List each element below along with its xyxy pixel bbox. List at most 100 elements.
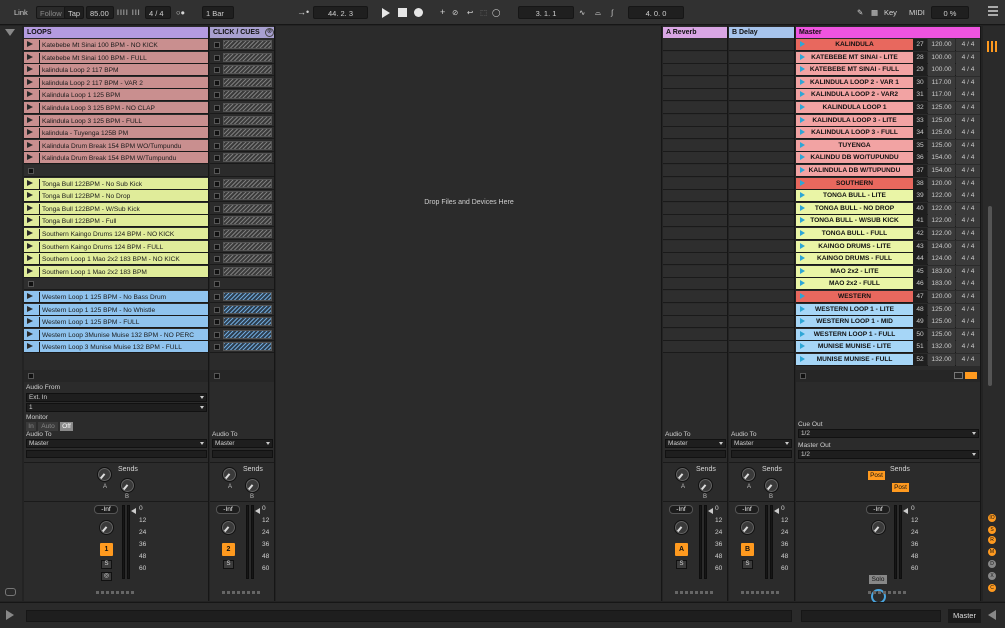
pan-knob[interactable] [99, 520, 114, 535]
clip-slot[interactable] [729, 152, 794, 165]
clip-play-icon[interactable] [27, 192, 33, 199]
clip-slot[interactable]: Tonga Bull 122BPM - No Sub Kick [24, 177, 208, 190]
scene-signature[interactable]: 4 / 4 [956, 39, 980, 51]
track-activator-button[interactable]: B [741, 543, 754, 556]
clip-slot[interactable] [210, 253, 274, 266]
clip-play-icon[interactable] [27, 217, 33, 224]
scene-row[interactable]: WESTERN LOOP 1 - LITE 48 125.00 4 / 4 [796, 303, 980, 316]
clip-slot[interactable] [210, 190, 274, 203]
scene-tempo[interactable]: 117.00 [928, 89, 955, 102]
scene-signature[interactable]: 4 / 4 [956, 76, 980, 89]
scene-play-icon[interactable] [800, 318, 805, 325]
clip-slot[interactable] [210, 266, 274, 278]
clip-play-icon[interactable] [27, 179, 33, 186]
clip-play-icon[interactable] [27, 53, 33, 60]
scene-launch-button[interactable]: KATEBEBE MT SINAI - FULL [796, 64, 913, 76]
stop-all-icon[interactable] [214, 373, 220, 379]
crossfader-toggle-icon[interactable]: X [988, 572, 996, 580]
scene-tempo[interactable]: 124.00 [928, 240, 955, 253]
slot-stop-icon[interactable] [214, 319, 220, 326]
clip-slot[interactable] [729, 240, 794, 253]
empty-clip-slot[interactable] [223, 40, 272, 49]
scene-tempo[interactable]: 125.00 [928, 303, 955, 316]
empty-clip-slot[interactable] [223, 128, 272, 138]
capture-icon[interactable]: ⬚ [480, 6, 487, 19]
clip-slot[interactable] [663, 127, 727, 140]
clip-slot[interactable]: kalindula Loop 2 117 BPM - VAR 2 [24, 76, 208, 89]
pan-knob[interactable] [674, 520, 689, 535]
clip-slot[interactable] [210, 291, 274, 303]
scene-launch-button[interactable]: KAINGO DRUMS - FULL [796, 253, 913, 265]
send-b-knob[interactable] [764, 478, 779, 493]
volume-field[interactable]: -Inf [735, 505, 759, 514]
clip-slot[interactable] [729, 215, 794, 228]
scene-tempo[interactable]: 132.00 [928, 341, 955, 354]
clip[interactable]: Southern Loop 1 Mao 2x2 183 BPM - NO KIC… [39, 254, 207, 265]
empty-clip-slot[interactable] [223, 292, 272, 301]
scene-tempo[interactable]: 183.00 [928, 278, 955, 291]
clip-play-icon[interactable] [27, 330, 33, 337]
slot-stop-icon[interactable] [214, 42, 220, 48]
empty-clip-slot[interactable] [223, 103, 272, 112]
clip-slot[interactable]: Katebebe Mt Sinai 100 BPM - NO KICK [24, 39, 208, 51]
slot-stop-icon[interactable] [28, 281, 34, 288]
track-activator-button[interactable]: 1 [100, 543, 113, 556]
clip-play-icon[interactable] [27, 141, 33, 148]
slot-stop-icon[interactable] [214, 281, 220, 288]
scene-row[interactable]: KALINDULA 27 120.00 4 / 4 [796, 39, 980, 51]
clip-play-icon[interactable] [27, 41, 33, 47]
slot-stop-icon[interactable] [214, 243, 220, 250]
scene-tempo[interactable]: 125.00 [928, 139, 955, 152]
key-map-button[interactable]: Key [884, 6, 897, 19]
scene-signature[interactable]: 4 / 4 [956, 89, 980, 102]
scene-play-icon[interactable] [800, 154, 805, 161]
empty-clip-slot[interactable] [223, 266, 272, 276]
scene-row[interactable]: KALINDULA LOOP 1 32 125.00 4 / 4 [796, 102, 980, 114]
punch-in-icon[interactable]: ∿ [579, 6, 585, 19]
send-a-knob[interactable] [675, 467, 690, 482]
slot-stop-icon[interactable] [214, 105, 220, 111]
clip-slot[interactable]: kalindula Loop 2 117 BPM [24, 64, 208, 77]
scene-launch-button[interactable]: WESTERN [796, 291, 913, 302]
clip-slot[interactable] [210, 64, 274, 77]
slot-stop-icon[interactable] [214, 130, 220, 137]
clip-slot[interactable] [210, 140, 274, 152]
scene-launch-button[interactable]: KALINDULA LOOP 2 - VAR2 [796, 89, 913, 101]
scene-row[interactable]: WESTERN 47 120.00 4 / 4 [796, 291, 980, 303]
audio-to-select[interactable]: Master [665, 439, 726, 448]
clip-slot[interactable]: Western Loop 3 Munise Muise 132 BPM - FU… [24, 341, 208, 354]
clip-slot[interactable] [663, 341, 727, 354]
slot-stop-icon[interactable] [214, 294, 220, 300]
scene-launch-button[interactable]: MAO 2x2 - LITE [796, 265, 913, 277]
clip[interactable]: Southern Kaingo Drums 124 BPM - FULL [39, 241, 207, 252]
scene-signature[interactable]: 4 / 4 [956, 278, 980, 291]
clip-slot[interactable] [210, 152, 274, 165]
scene-signature[interactable]: 4 / 4 [956, 328, 980, 341]
scene-row[interactable]: KALINDULA LOOP 2 - VAR2 31 117.00 4 / 4 [796, 89, 980, 102]
send-b-knob[interactable] [698, 478, 713, 493]
volume-field[interactable]: -Inf [216, 505, 240, 514]
scene-tempo[interactable]: 122.00 [928, 190, 955, 203]
clip-play-icon[interactable] [27, 129, 33, 136]
cue-out-select[interactable]: 1/2 [798, 429, 979, 438]
clip-slot[interactable] [663, 328, 727, 341]
clip-slot[interactable] [729, 228, 794, 240]
scene-play-icon[interactable] [800, 167, 805, 173]
resize-grip[interactable] [675, 591, 715, 594]
clip-play-icon[interactable] [27, 78, 33, 85]
scene-launch-button[interactable]: TONGA BULL - W/SUB KICK [796, 215, 913, 227]
empty-clip-slot[interactable] [223, 229, 272, 238]
clip-slot[interactable] [663, 253, 727, 266]
clip[interactable]: Southern Loop 1 Mao 2x2 183 BPM [39, 266, 207, 277]
clip-slot[interactable] [210, 165, 274, 177]
slot-stop-icon[interactable] [214, 344, 220, 351]
clip-slot[interactable] [729, 190, 794, 203]
slot-stop-icon[interactable] [214, 268, 220, 275]
send-a-knob[interactable] [741, 467, 756, 482]
clip-slot[interactable] [663, 228, 727, 240]
slot-stop-icon[interactable] [214, 331, 220, 338]
volume-field[interactable]: -Inf [866, 505, 890, 514]
clip-slot[interactable]: kalindula - Tuyenga 125B PM [24, 127, 208, 140]
fader-handle-icon[interactable] [774, 508, 779, 514]
scene-tempo[interactable]: 125.00 [928, 316, 955, 329]
